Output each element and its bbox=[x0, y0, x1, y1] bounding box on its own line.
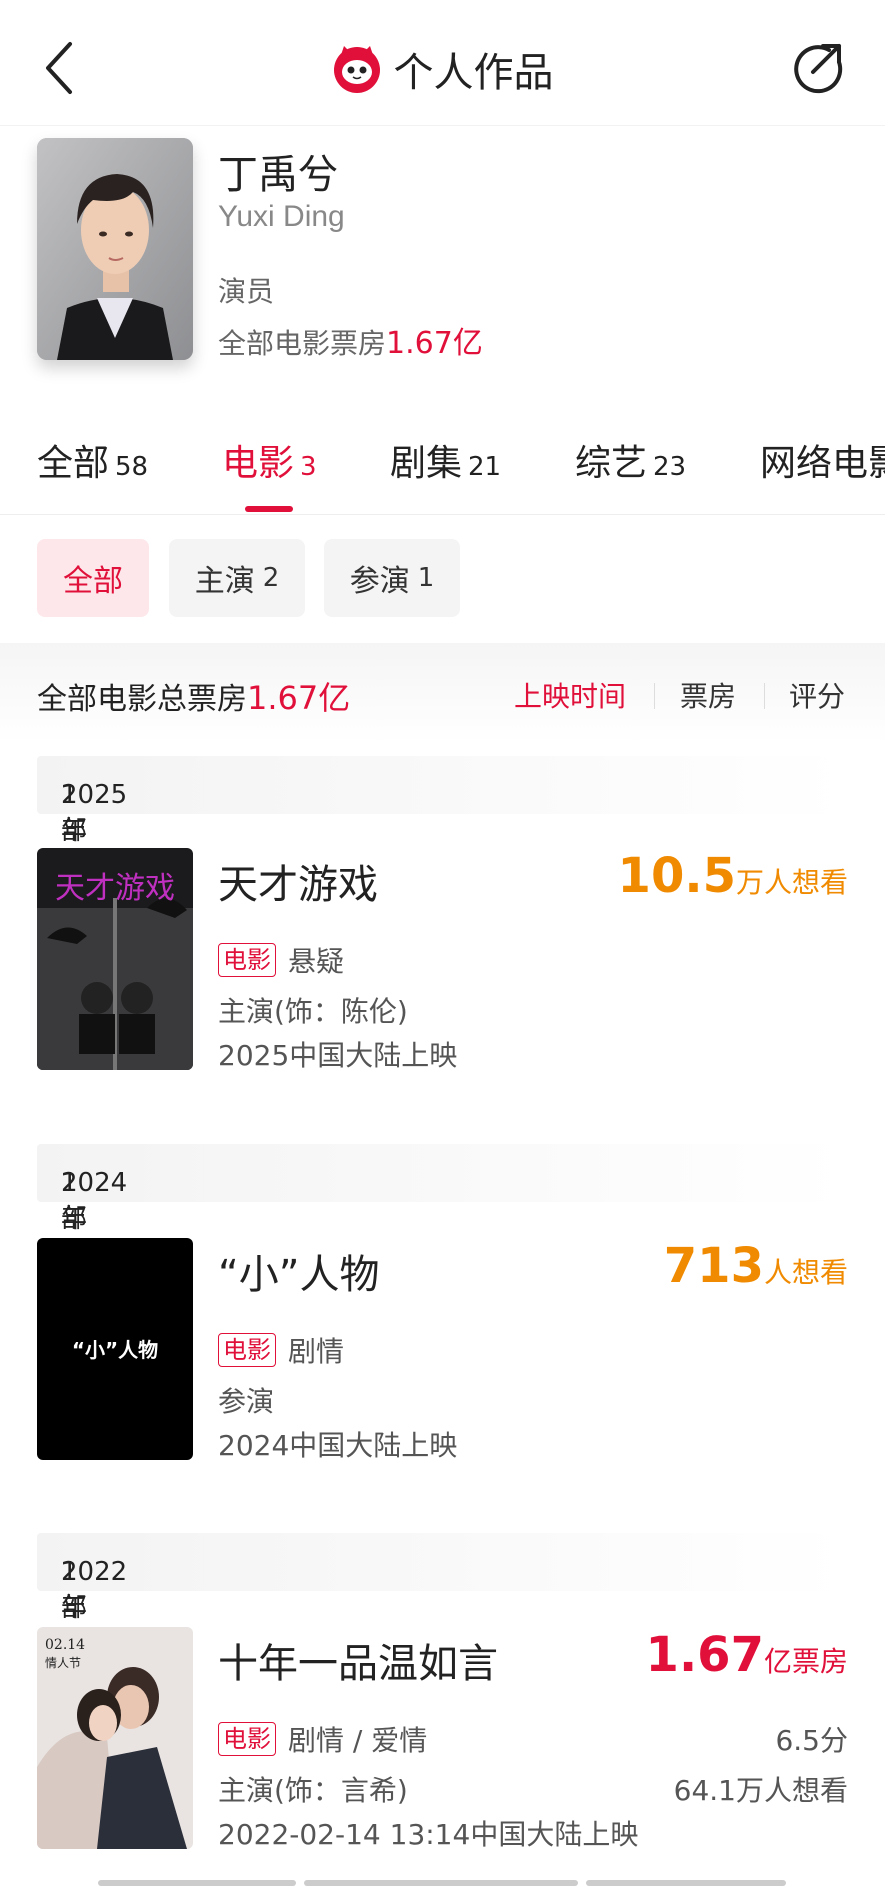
filter-lead[interactable]: 主演 2 bbox=[169, 539, 305, 617]
movie-poster[interactable]: 02.14 情人节 bbox=[37, 1627, 193, 1849]
tab-variety[interactable]: 综艺 23 bbox=[575, 434, 686, 486]
movie-genre: 剧情 / 爱情 bbox=[288, 1724, 428, 1757]
movie-tag: 电影 bbox=[218, 1722, 276, 1756]
movie-title[interactable]: 十年一品温如言 bbox=[218, 1631, 498, 1689]
summary-bar: 全部电影总票房1.67亿 上映时间 票房 评分 bbox=[0, 643, 885, 743]
movie-item[interactable]: 02.14 情人节 十年一品温如言 1.67亿票房 电影 剧情 / 爱情 6.5… bbox=[0, 1627, 885, 1857]
scrollbar bbox=[98, 1880, 296, 1886]
year-header: 2022年 1部 bbox=[37, 1533, 848, 1623]
movie-role: 主演(饰：言希) bbox=[218, 1774, 408, 1807]
divider bbox=[764, 683, 765, 709]
total-boxoffice-value: 1.67亿 bbox=[386, 326, 483, 361]
movie-item[interactable]: “小”人物 “小”人物 713人想看 电影 剧情 参演 2024中国大陆上映 bbox=[0, 1238, 885, 1468]
poster-subtitle: 情人节 bbox=[45, 1656, 81, 1670]
movie-tag: 电影 bbox=[218, 1333, 276, 1367]
movie-genre: 剧情 bbox=[288, 1335, 345, 1368]
movie-tag: 电影 bbox=[218, 943, 276, 977]
actor-name-en: Yuxi Ding bbox=[218, 200, 345, 233]
tab-all[interactable]: 全部 58 bbox=[37, 434, 148, 486]
movie-role: 主演(饰：陈伦) bbox=[218, 995, 408, 1028]
movie-release: 2022-02-14 13:14中国大陆上映 bbox=[218, 1818, 639, 1851]
movie-genre: 悬疑 bbox=[288, 945, 345, 978]
poster-title-text: 天才游戏 bbox=[55, 871, 175, 906]
sort-rating[interactable]: 评分 bbox=[789, 675, 845, 715]
sort-boxoffice[interactable]: 票房 bbox=[680, 675, 736, 715]
movie-release: 2025中国大陆上映 bbox=[218, 1039, 458, 1072]
want-to-see-count: 713人想看 bbox=[663, 1238, 848, 1294]
scrollbar bbox=[586, 1880, 786, 1886]
poster-title-text: “小”人物 bbox=[71, 1338, 159, 1362]
movie-poster[interactable]: “小”人物 bbox=[37, 1238, 193, 1460]
total-boxoffice: 全部电影票房1.67亿 bbox=[218, 326, 483, 361]
movie-release: 2024中国大陆上映 bbox=[218, 1429, 458, 1462]
movie-score: 6.5分 bbox=[775, 1724, 848, 1757]
movie-want-count: 64.1万人想看 bbox=[673, 1774, 848, 1807]
active-tab-indicator bbox=[245, 506, 293, 512]
year-header: 2025年 1部 bbox=[37, 756, 848, 846]
tab-web-movie[interactable]: 网络电影 bbox=[760, 434, 885, 486]
movie-title[interactable]: “小”人物 bbox=[218, 1242, 379, 1300]
top-bar: 个人作品 bbox=[0, 0, 885, 126]
filter-supporting[interactable]: 参演 1 bbox=[324, 539, 460, 617]
actor-role: 演员 bbox=[218, 275, 275, 308]
maoyan-cat-logo-icon bbox=[333, 46, 380, 93]
category-tabs: 全部58 电影3 剧集21 综艺23 网络电影 bbox=[0, 400, 885, 515]
want-to-see-count: 10.5万人想看 bbox=[617, 848, 848, 904]
movie-item[interactable]: 天才游戏 天才游戏 10.5万人想看 电影 悬疑 主演(饰：陈伦) 2025中国… bbox=[0, 848, 885, 1078]
tab-movie[interactable]: 电影 3 bbox=[222, 434, 317, 486]
poster-date: 02.14 bbox=[45, 1637, 85, 1653]
year-header: 2024年 1部 bbox=[37, 1144, 848, 1234]
sort-release-time[interactable]: 上映时间 bbox=[514, 675, 626, 715]
avatar[interactable] bbox=[37, 138, 193, 360]
total-movie-boxoffice: 全部电影总票房1.67亿 bbox=[37, 679, 351, 717]
share-icon[interactable] bbox=[789, 40, 845, 96]
filter-all[interactable]: 全部 bbox=[37, 539, 149, 617]
filter-chips: 全部 主演 2 参演 1 bbox=[0, 515, 885, 643]
movie-title[interactable]: 天才游戏 bbox=[218, 852, 378, 910]
movie-poster[interactable]: 天才游戏 bbox=[37, 848, 193, 1070]
actor-name: 丁禹兮 bbox=[218, 152, 338, 198]
divider bbox=[654, 683, 655, 709]
profile-section: 丁禹兮 Yuxi Ding 演员 全部电影票房1.67亿 bbox=[0, 126, 885, 406]
page-title: 个人作品 bbox=[393, 50, 554, 96]
scrollbar bbox=[304, 1880, 578, 1886]
movie-role: 参演 bbox=[218, 1385, 275, 1418]
boxoffice-amount: 1.67亿票房 bbox=[645, 1627, 848, 1683]
tab-series[interactable]: 剧集 21 bbox=[390, 434, 501, 486]
